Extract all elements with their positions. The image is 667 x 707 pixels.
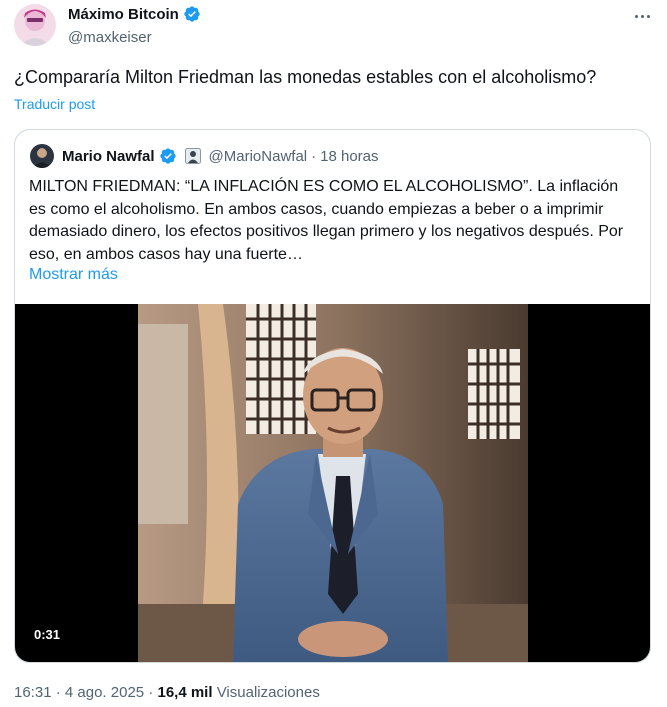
quoted-separator: · — [311, 147, 317, 165]
quoted-post-text: MILTON FRIEDMAN: “LA INFLACIÓN ES COMO E… — [29, 178, 624, 263]
verified-badge-icon — [159, 147, 177, 165]
author-name[interactable]: Máximo Bitcoin — [68, 5, 201, 23]
verified-badge-icon — [183, 5, 201, 23]
video-player[interactable]: 0:31 — [15, 304, 650, 662]
more-dots-icon — [634, 14, 638, 18]
author-avatar[interactable] — [14, 4, 56, 46]
video-thumbnail — [138, 304, 528, 662]
post-text: ¿Compararía Milton Friedman las monedas … — [14, 67, 597, 87]
affiliate-badge-icon — [184, 148, 201, 164]
post-date[interactable]: 4 ago. 2025 — [65, 684, 144, 701]
quoted-post-card[interactable]: Mario Nawfal @MarioNawfal · 18 horas MIL… — [14, 129, 651, 663]
views-label: Visualizaciones — [216, 684, 320, 701]
author-name-text[interactable]: Máximo Bitcoin — [68, 6, 179, 23]
author-handle[interactable]: @maxkeiser — [68, 29, 152, 46]
quoted-author-avatar[interactable] — [30, 144, 54, 168]
meta-separator: · — [55, 684, 61, 701]
quoted-author-handle[interactable]: @MarioNawfal — [209, 148, 308, 165]
more-options-button[interactable] — [630, 6, 654, 26]
quoted-post-header: Mario Nawfal @MarioNawfal · 18 horas — [30, 143, 379, 169]
views-count: 16,4 mil — [157, 684, 213, 701]
meta-separator: · — [148, 684, 154, 701]
translate-post-link[interactable]: Traducir post — [14, 96, 95, 112]
post-time[interactable]: 16:31 — [14, 684, 52, 701]
quoted-author-name[interactable]: Mario Nawfal — [62, 148, 155, 165]
video-duration: 0:31 — [28, 624, 67, 645]
quoted-post-time[interactable]: 18 horas — [320, 148, 378, 165]
show-more-link[interactable]: Mostrar más — [29, 266, 118, 284]
post-metadata: 16:31 · 4 ago. 2025 · 16,4 mil Visualiza… — [14, 684, 320, 701]
